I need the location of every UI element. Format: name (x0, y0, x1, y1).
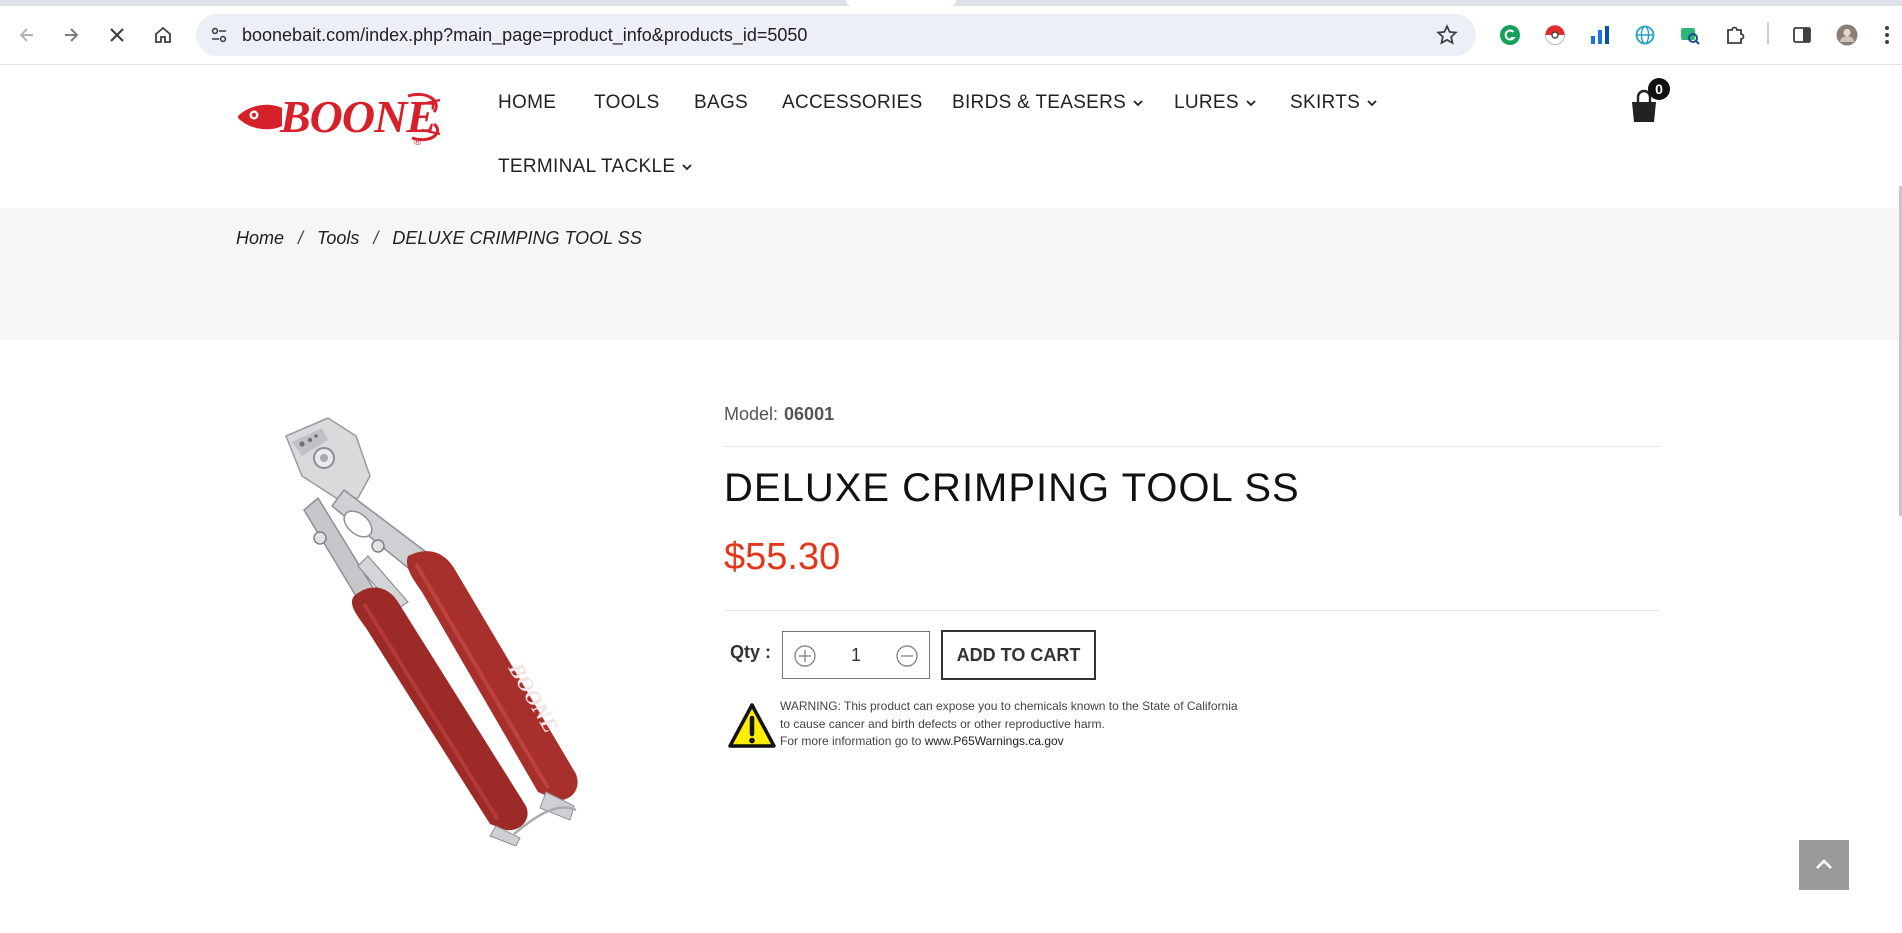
quantity-input[interactable] (827, 642, 885, 668)
nav-terminal-tackle-label: TERMINAL TACKLE (498, 156, 676, 177)
chevron-down-icon (1367, 100, 1377, 107)
avatar[interactable] (1834, 22, 1860, 48)
warning-line: to cause cancer and birth defects or oth… (780, 716, 1105, 731)
chevron-down-icon (1246, 100, 1256, 107)
plus-circle-icon[interactable] (793, 644, 817, 668)
nav-birds-teasers[interactable]: BIRDS & TEASERS (952, 92, 1144, 114)
back-to-top-button[interactable] (1799, 840, 1849, 890)
boone-logo[interactable]: BOONE ® (236, 86, 444, 148)
forward-arrow-icon[interactable] (56, 20, 86, 50)
warning-more-text: For more information go to (780, 734, 925, 748)
product-title: DELUXE CRIMPING TOOL SS (724, 466, 1300, 510)
puzzle-icon[interactable] (1722, 22, 1748, 48)
nav-bags-label: BAGS (694, 92, 748, 113)
product-model: Model: 06001 (724, 404, 834, 425)
image-search-icon[interactable] (1677, 22, 1703, 48)
sidebar-icon[interactable] (1789, 22, 1815, 48)
nav-tools-label: TOOLS (594, 92, 660, 113)
divider (724, 610, 1660, 611)
p65-warnings-link[interactable]: www.P65Warnings.ca.gov (925, 734, 1064, 748)
grammarly-icon[interactable] (1497, 22, 1523, 48)
breadcrumb-separator: / (373, 228, 379, 248)
qty-label: Qty : (730, 642, 772, 662)
nav-lures-label: LURES (1174, 92, 1239, 113)
nav-birds-teasers-label: BIRDS & TEASERS (952, 92, 1127, 113)
divider (724, 446, 1660, 447)
url-text[interactable]: boonebait.com/index.php?main_page=produc… (242, 25, 807, 46)
breadcrumb: Home / Tools / DELUXE CRIMPING TOOL SS (236, 228, 642, 249)
nav-accessories-label: ACCESSORIES (782, 92, 923, 113)
quantity-stepper (782, 631, 930, 679)
nav-home[interactable]: HOME (498, 92, 556, 114)
model-value: 06001 (784, 404, 835, 424)
chevron-down-icon (1133, 100, 1143, 107)
product-price: $55.30 (724, 536, 841, 578)
nav-terminal-tackle[interactable]: TERMINAL TACKLE (498, 156, 693, 178)
product-image[interactable]: BOONE (258, 406, 678, 846)
breadcrumb-band: Home / Tools / DELUXE CRIMPING TOOL SS (0, 208, 1902, 340)
warning-triangle-icon (728, 703, 776, 748)
kebab-menu-icon[interactable] (1880, 22, 1894, 48)
address-bar[interactable]: boonebait.com/index.php?main_page=produc… (196, 14, 1476, 56)
breadcrumb-separator: / (298, 228, 304, 248)
breadcrumb-current: DELUXE CRIMPING TOOL SS (392, 228, 642, 248)
nav-skirts[interactable]: SKIRTS (1290, 92, 1378, 114)
web-icon[interactable] (1632, 22, 1658, 48)
site-header: BOONE ® HOME TOOLS BAGS ACCESSORIES BIRD… (0, 66, 1902, 208)
site-info-icon[interactable] (204, 20, 234, 50)
crimper-handles: BOONE (351, 551, 578, 846)
nav-bags[interactable]: BAGS (694, 92, 748, 114)
nav-home-label: HOME (498, 92, 557, 113)
prop65-warning: WARNING: This product can expose you to … (780, 698, 1240, 751)
chevron-up-icon (1816, 859, 1832, 869)
breadcrumb-home[interactable]: Home (236, 228, 284, 249)
toolbar-divider (1767, 22, 1769, 44)
cart-count-badge: 0 (1648, 78, 1670, 100)
nav-lures[interactable]: LURES (1174, 92, 1257, 114)
crimper-jaw (285, 417, 371, 499)
close-icon[interactable] (102, 20, 132, 50)
tab-strip (0, 0, 1902, 6)
registered-mark: ® (414, 137, 422, 148)
back-arrow-icon[interactable] (12, 20, 42, 50)
breadcrumb-tools[interactable]: Tools (317, 228, 359, 249)
browser-toolbar: boonebait.com/index.php?main_page=produc… (0, 0, 1902, 65)
logo-wordmark: BOONE (279, 91, 436, 142)
warning-line: WARNING: This product can expose you to … (780, 699, 1238, 713)
pokeball-icon[interactable] (1542, 22, 1568, 48)
minus-circle-icon[interactable] (895, 644, 919, 668)
warning-more-line: For more information go to www.P65Warnin… (780, 733, 1240, 751)
bar-chart-icon[interactable] (1587, 22, 1613, 48)
nav-accessories[interactable]: ACCESSORIES (782, 92, 923, 114)
add-to-cart-button[interactable]: ADD TO CART (941, 630, 1096, 680)
home-icon[interactable] (148, 20, 178, 50)
bookmark-star-icon[interactable] (1434, 22, 1460, 48)
nav-tools[interactable]: TOOLS (594, 92, 660, 114)
model-label: Model: (724, 404, 779, 424)
chevron-down-icon (682, 164, 692, 171)
nav-skirts-label: SKIRTS (1290, 92, 1361, 113)
